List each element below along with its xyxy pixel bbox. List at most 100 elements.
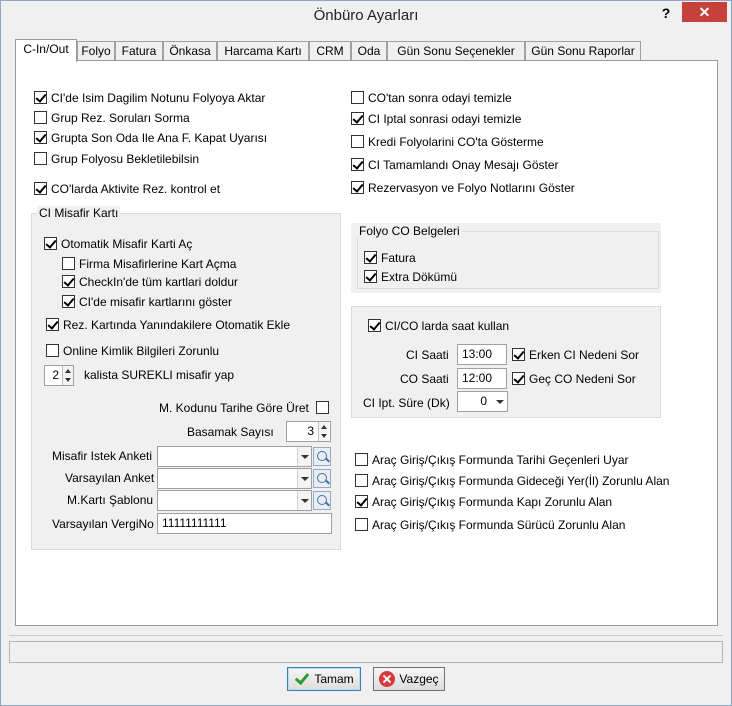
checkbox-label: Araç Giriş/Çıkış Formunda Kapı Zorunlu A… (372, 494, 613, 509)
checkbox-grup-folyosu[interactable]: Grup Folyosu Bekletilebilsin (34, 150, 199, 167)
checkbox-online-kimlik[interactable]: Online Kimlik Bilgileri Zorunlu (46, 342, 219, 359)
group-title: CI Misafir Kartı (37, 206, 121, 220)
basamak-spinner-arrows[interactable] (318, 422, 329, 441)
co-saati-input[interactable]: 12:00 (457, 368, 507, 389)
settings-window: Önbüro Ayarları ? ✕ C-In/Out Folyo Fatur… (0, 0, 732, 706)
checkbox-arac-tarihi-gecen[interactable]: Araç Giriş/Çıkış Formunda Tarihi Geçenle… (355, 451, 629, 468)
checkbox-checkin-doldur[interactable]: CheckIn'de tüm kartlari doldur (62, 273, 238, 290)
vazgec-button[interactable]: Vazgeç (373, 667, 445, 691)
checkbox-box[interactable] (351, 135, 364, 148)
chevron-down-icon[interactable] (493, 392, 507, 411)
checkbox-box[interactable] (46, 344, 59, 357)
kart-sablonu-select[interactable] (157, 490, 312, 511)
checkbox-label: Online Kimlik Bilgileri Zorunlu (63, 343, 220, 358)
checkbox-box[interactable] (351, 181, 364, 194)
checkbox-box[interactable] (34, 131, 47, 144)
checkbox-kredi-folyolari[interactable]: Kredi Folyolarini CO'ta Gösterme (351, 133, 544, 150)
checkbox-box[interactable] (355, 495, 368, 508)
checkbox-firma-misafirleri[interactable]: Firma Misafirlerine Kart Açma (62, 255, 236, 272)
tab-gun-sonu-raporlar[interactable]: Gün Sonu Raporlar (525, 41, 641, 61)
checkbox-box[interactable] (355, 474, 368, 487)
checkbox-arac-surucu[interactable]: Araç Giriş/Çıkış Formunda Sürücü Zorunlu… (355, 516, 625, 533)
checkbox-box[interactable] (512, 348, 525, 361)
checkbox-box[interactable] (34, 111, 47, 124)
checkbox-box[interactable] (355, 518, 368, 531)
m-kodu-checkbox[interactable] (316, 401, 329, 414)
lookup-icon[interactable] (313, 447, 331, 466)
checkbox-gec-co[interactable]: Geç CO Nedeni Sor (512, 370, 636, 387)
cancel-icon (379, 671, 396, 687)
checkbox-label: Geç CO Nedeni Sor (529, 371, 636, 386)
checkbox-label: Grup Folyosu Bekletilebilsin (51, 151, 200, 166)
tab-onkasa[interactable]: Önkasa (163, 41, 217, 61)
checkbox-box[interactable] (34, 182, 47, 195)
tab-crm[interactable]: CRM (309, 41, 351, 61)
checkbox-grupta-son-oda[interactable]: Grupta Son Oda Ile Ana F. Kapat Uyarısı (34, 129, 267, 146)
checkbox-label: CI Tamamlandı Onay Mesajı Göster (368, 157, 559, 172)
ci-saati-input[interactable]: 13:00 (457, 344, 507, 365)
checkbox-label: Otomatik Misafir Karti Aç (61, 236, 193, 251)
tab-gun-sonu-secenekler[interactable]: Gün Sonu Seçenekler (387, 41, 525, 61)
checkbox-otomatik-misafir-karti[interactable]: Otomatik Misafir Karti Aç (44, 235, 192, 252)
kalista-spinner-arrows[interactable] (62, 366, 73, 385)
chevron-down-icon[interactable] (297, 447, 311, 466)
checkbox-ci-kartlari-goster[interactable]: CI'de misafir kartlarını göster (62, 293, 232, 310)
close-button[interactable]: ✕ (682, 2, 727, 22)
tab-c-in-out[interactable]: C-In/Out (15, 39, 77, 62)
checkbox-co-aktivite[interactable]: CO'larda Aktivite Rez. kontrol et (34, 180, 220, 197)
status-bar (9, 641, 723, 663)
checkbox-box[interactable] (44, 237, 57, 250)
checkbox-box[interactable] (34, 91, 47, 104)
checkbox-co-oda-temizle[interactable]: CO'tan sonra odayi temizle (351, 89, 512, 106)
checkbox-box[interactable] (364, 270, 377, 283)
checkbox-grup-rez-sorulari[interactable]: Grup Rez. Soruları Sorma (34, 109, 190, 126)
checkbox-rez-karti-ekle[interactable]: Rez. Kartında Yanındakilere Otomatik Ekl… (46, 316, 290, 333)
basamak-sayisi-label: Basamak Sayısı (187, 425, 274, 439)
checkbox-label: CI'de Isim Dagilim Notunu Folyoya Aktar (51, 90, 266, 105)
m-kodu-label: M. Kodunu Tarihe Göre Üret (159, 401, 309, 415)
tab-fatura[interactable]: Fatura (115, 41, 163, 61)
checkbox-box[interactable] (62, 295, 75, 308)
checkbox-box[interactable] (62, 257, 75, 270)
footer-divider (9, 635, 723, 636)
checkbox-box[interactable] (46, 318, 59, 331)
checkbox-label: Rez. Kartında Yanındakilere Otomatik Ekl… (63, 317, 291, 332)
checkbox-label: Erken CI Nedeni Sor (529, 347, 640, 362)
chevron-down-icon[interactable] (297, 469, 311, 488)
window-title: Önbüro Ayarları (313, 7, 419, 24)
checkbox-box[interactable] (355, 453, 368, 466)
checkbox-erken-ci[interactable]: Erken CI Nedeni Sor (512, 346, 639, 363)
tamam-button[interactable]: Tamam (287, 667, 361, 691)
tab-folyo[interactable]: Folyo (77, 41, 115, 61)
checkbox-cico-saat[interactable]: CI/CO larda saat kullan (368, 317, 509, 334)
checkbox-fatura[interactable]: Fatura (364, 249, 416, 266)
checkbox-label: CI/CO larda saat kullan (385, 318, 510, 333)
checkbox-ci-isim-dagilim[interactable]: CI'de Isim Dagilim Notunu Folyoya Aktar (34, 89, 265, 106)
checkbox-label: Firma Misafirlerine Kart Açma (79, 256, 237, 271)
lookup-icon[interactable] (313, 491, 331, 510)
checkbox-ci-onay-mesaji[interactable]: CI Tamamlandı Onay Mesajı Göster (351, 156, 559, 173)
help-button[interactable]: ? (656, 5, 676, 23)
checkbox-box[interactable] (512, 372, 525, 385)
vergi-no-input[interactable]: 11111111111 (157, 513, 332, 534)
chevron-down-icon[interactable] (297, 491, 311, 510)
checkbox-box[interactable] (351, 91, 364, 104)
ci-saati-label: CI Saati (406, 348, 449, 362)
checkbox-arac-gidecegi-yer[interactable]: Araç Giriş/Çıkış Formunda Gideceği Yer(İ… (355, 472, 669, 489)
checkbox-arac-kapi[interactable]: Araç Giriş/Çıkış Formunda Kapı Zorunlu A… (355, 493, 612, 510)
tab-harcama-karti[interactable]: Harcama Kartı (217, 41, 309, 61)
misafir-istek-select[interactable] (157, 446, 312, 467)
tab-oda[interactable]: Oda (351, 41, 387, 61)
checkbox-ci-iptal-temizle[interactable]: CI Iptal sonrasi odayi temizle (351, 110, 521, 127)
checkbox-box[interactable] (62, 275, 75, 288)
checkbox-box[interactable] (368, 319, 381, 332)
checkbox-rez-folyo-notlari[interactable]: Rezervasyon ve Folyo Notlarını Göster (351, 179, 575, 196)
lookup-icon[interactable] (313, 469, 331, 488)
checkbox-label: Araç Giriş/Çıkış Formunda Sürücü Zorunlu… (372, 517, 626, 532)
checkbox-box[interactable] (364, 251, 377, 264)
checkbox-box[interactable] (351, 158, 364, 171)
checkbox-extra-dokumu[interactable]: Extra Dökümü (364, 268, 457, 285)
checkbox-box[interactable] (351, 112, 364, 125)
checkbox-box[interactable] (34, 152, 47, 165)
varsayilan-anket-select[interactable] (157, 468, 312, 489)
